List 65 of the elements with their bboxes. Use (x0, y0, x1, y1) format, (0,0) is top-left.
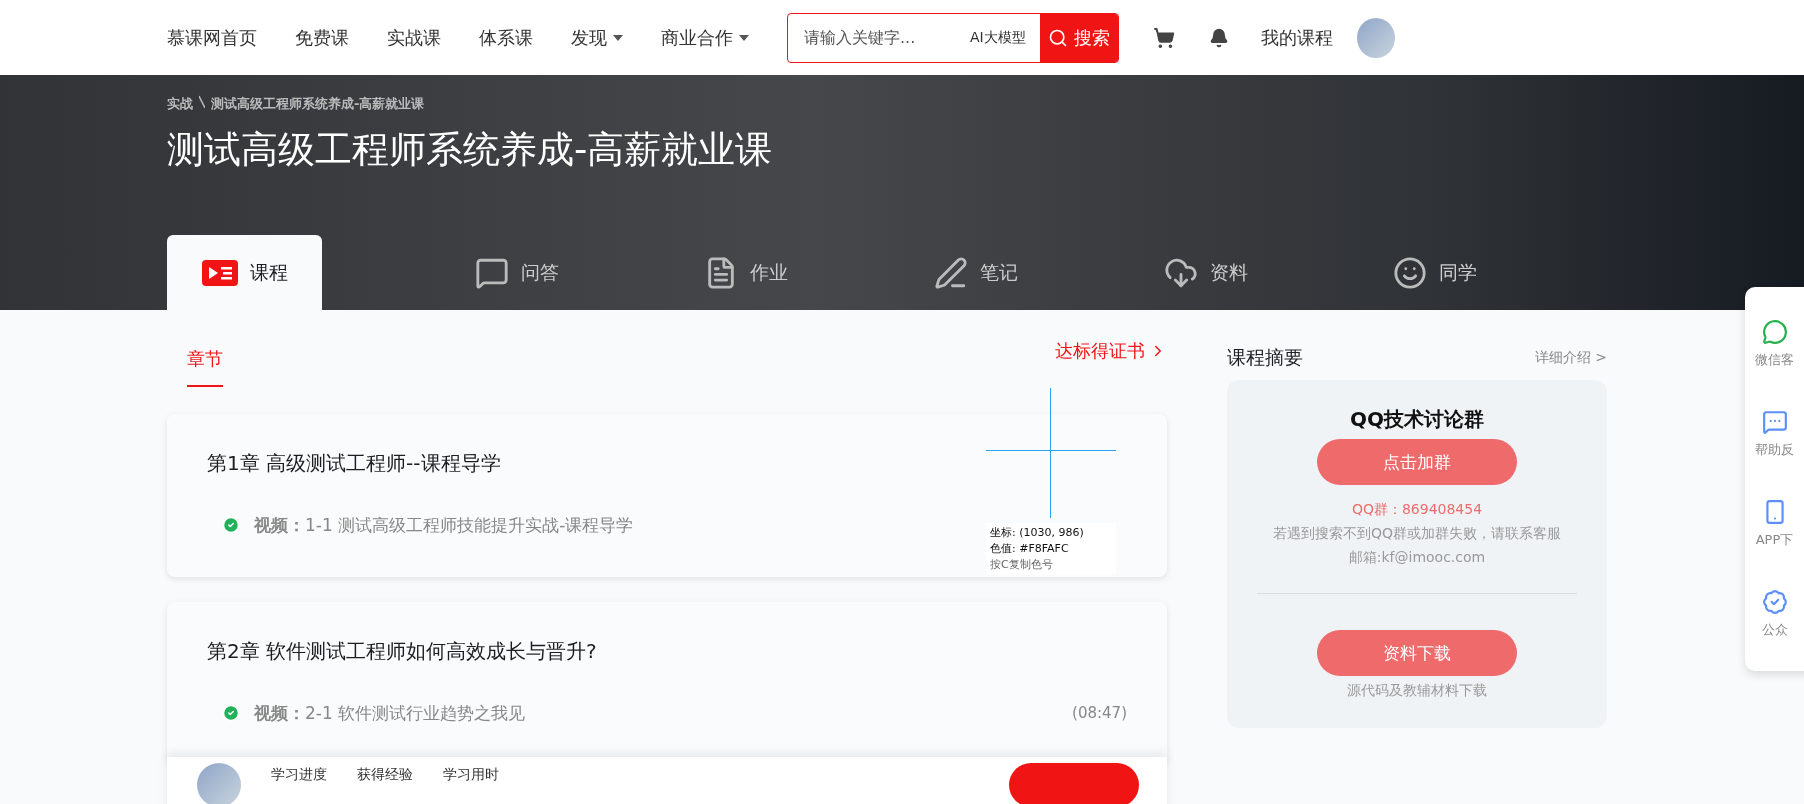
smiley-face-icon (1393, 255, 1428, 290)
lesson-duration: (08:47) (1072, 704, 1127, 722)
course-tab[interactable]: 课程 (167, 235, 322, 310)
continue-button[interactable] (1009, 763, 1139, 804)
lesson-type: 视频： (254, 701, 305, 725)
details-link[interactable]: 详细介绍 > (1534, 348, 1607, 367)
stat-label: 获得经验 (357, 766, 413, 784)
picker-coordinates: 坐标: (1030, 986) (990, 525, 1085, 541)
picker-hint: 按C复制色号 (990, 557, 1054, 573)
lesson-item[interactable]: 视频：1-1 测试高级工程师技能提升实战-课程导学 (207, 499, 634, 551)
side-float-item[interactable]: 公众 (1745, 569, 1804, 659)
user-avatar (197, 763, 241, 804)
course-tab[interactable]: 作业 (626, 235, 856, 310)
my-courses-link[interactable]: 我的课程 (1261, 25, 1334, 50)
course-title: 测试高级工程师系统养成-高薪就业课 (167, 127, 774, 173)
bell-icon[interactable] (1209, 27, 1230, 48)
search-button[interactable]: 搜索 (1039, 13, 1119, 62)
chapter-title: 第2章 软件测试工程师如何高效成长与晋升? (207, 638, 597, 665)
lesson-title: 2-1 软件测试行业趋势之我见 (305, 701, 526, 725)
ai-model-label[interactable]: AI大模型 (970, 28, 1026, 47)
side-float-item[interactable]: 微信客 (1745, 299, 1804, 389)
course-tab[interactable]: 问答 (396, 235, 627, 310)
side-float-label: 公众 (1761, 621, 1788, 639)
chat-bubble-icon (1761, 319, 1788, 345)
support-email: 邮箱:kf@imooc.com (1348, 549, 1486, 567)
side-float-item[interactable]: APP下 (1745, 479, 1804, 569)
support-note: 若遇到搜索不到QQ群或加群失败，请联系客服 (1272, 525, 1561, 543)
certificate-link[interactable]: 达标得证书 (1055, 339, 1167, 363)
stat-label: 学习用时 (443, 766, 499, 784)
qq-group-title: QQ技术讨论群 (1350, 406, 1484, 433)
lesson-item[interactable]: 视频：2-1 软件测试行业趋势之我见 (08:47) (207, 687, 1127, 739)
caret-icon (613, 34, 623, 41)
search-icon (1047, 27, 1068, 48)
nav-link[interactable]: 免费课 (295, 25, 349, 50)
side-float-label: 帮助反 (1755, 441, 1794, 459)
side-float-item[interactable]: 帮助反 (1745, 389, 1804, 479)
nav-link[interactable]: 商业合作 (661, 25, 749, 50)
summary-heading: 课程摘要 (1227, 344, 1303, 370)
course-tab[interactable]: 笔记 (856, 235, 1086, 310)
separator-icon (199, 95, 205, 109)
picker-color-value: 色值: #F8FAFC (990, 541, 1070, 557)
stat-label: 学习进度 (271, 766, 327, 784)
lesson-title: 1-1 测试高级工程师技能提升实战-课程导学 (305, 513, 634, 537)
side-float-label: APP下 (1755, 531, 1794, 549)
course-tab[interactable]: 资料 (1085, 235, 1316, 310)
breadcrumb-link[interactable]: 测试高级工程师系统养成-高薪就业课 (211, 95, 425, 113)
cart-icon[interactable] (1153, 26, 1176, 49)
caret-icon (739, 34, 749, 41)
pen-icon (934, 255, 968, 290)
nav-link[interactable]: 实战课 (387, 25, 441, 50)
nav-link[interactable]: 慕课网首页 (167, 25, 257, 50)
chapter-title: 第1章 高级测试工程师--课程导学 (207, 450, 501, 477)
lesson-type: 视频： (254, 513, 305, 537)
verified-badge-icon (1761, 589, 1788, 615)
breadcrumb-link[interactable]: 实战 (167, 95, 193, 113)
qq-number: QQ群：869408454 (1351, 501, 1483, 519)
nav-link[interactable]: 发现 (571, 25, 623, 50)
course-tab[interactable]: 同学 (1315, 235, 1545, 310)
chapters-tab[interactable]: 章节 (187, 335, 223, 387)
search-field[interactable]: 请输入关键字... AI大模型 搜索 (787, 12, 1120, 63)
message-dots-icon (1761, 409, 1788, 435)
course-list-icon (201, 259, 238, 286)
nav-link[interactable]: 体系课 (479, 25, 533, 50)
side-float-label: 微信客 (1755, 351, 1794, 369)
download-note: 源代码及教辅材料下载 (1347, 682, 1487, 700)
